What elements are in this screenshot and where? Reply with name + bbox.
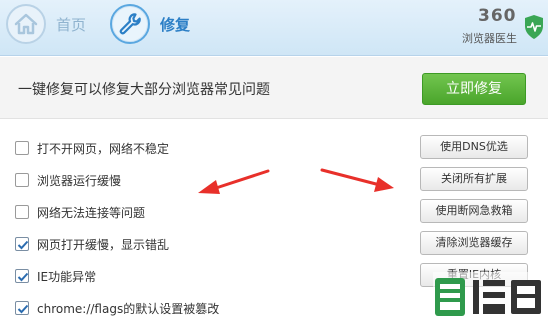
arrow-left-icon <box>198 169 270 194</box>
site-watermark-icon <box>433 272 545 322</box>
arrow-right-icon <box>320 168 394 192</box>
